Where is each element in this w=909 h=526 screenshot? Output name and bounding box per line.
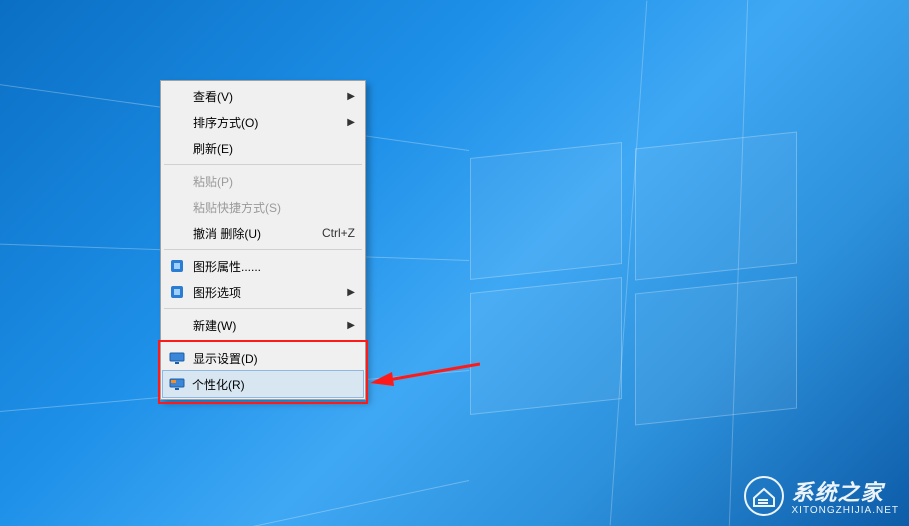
- menu-display-settings-label: 显示设置(D): [193, 350, 258, 367]
- menu-view[interactable]: 查看(V) ▶: [163, 83, 363, 109]
- menu-graphics-options[interactable]: 图形选项 ▶: [163, 279, 363, 305]
- watermark-title: 系统之家: [792, 475, 900, 507]
- menu-separator: [164, 308, 362, 309]
- monitor-icon: [169, 350, 185, 366]
- menu-paste: 粘贴(P): [163, 168, 363, 194]
- light-ray: [0, 480, 469, 526]
- menu-new-label: 新建(W): [193, 317, 236, 334]
- submenu-arrow-icon: ▶: [347, 320, 355, 331]
- house-logo-icon: [744, 476, 784, 516]
- menu-sort[interactable]: 排序方式(O) ▶: [163, 109, 363, 135]
- watermark: 系统之家 XITONGZHIJIA.NET: [744, 475, 900, 516]
- menu-personalize-label: 个性化(R): [192, 376, 245, 393]
- submenu-arrow-icon: ▶: [347, 91, 355, 102]
- menu-view-label: 查看(V): [193, 88, 233, 105]
- menu-paste-shortcut: 粘贴快捷方式(S): [163, 194, 363, 220]
- menu-sort-label: 排序方式(O): [193, 114, 258, 131]
- graphics-chip-icon: [169, 284, 185, 300]
- menu-personalize[interactable]: 个性化(R): [162, 370, 364, 398]
- menu-paste-label: 粘贴(P): [193, 173, 233, 190]
- menu-graphics-properties[interactable]: 图形属性......: [163, 253, 363, 279]
- menu-display-settings[interactable]: 显示设置(D): [163, 345, 363, 371]
- menu-graphics-properties-label: 图形属性......: [193, 258, 261, 275]
- menu-undo-delete-shortcut: Ctrl+Z: [322, 226, 355, 240]
- menu-refresh-label: 刷新(E): [193, 140, 233, 157]
- desktop[interactable]: 查看(V) ▶ 排序方式(O) ▶ 刷新(E) 粘贴(P) 粘贴快捷方式(S) …: [0, 0, 909, 526]
- menu-undo-delete[interactable]: 撤消 删除(U) Ctrl+Z: [163, 220, 363, 246]
- personalize-icon: [169, 376, 185, 392]
- graphics-chip-icon: [169, 258, 185, 274]
- menu-undo-delete-label: 撤消 删除(U): [193, 225, 261, 242]
- menu-graphics-options-label: 图形选项: [193, 284, 241, 301]
- submenu-arrow-icon: ▶: [347, 287, 355, 298]
- submenu-arrow-icon: ▶: [347, 117, 355, 128]
- watermark-url: XITONGZHIJIA.NET: [792, 505, 900, 516]
- menu-paste-shortcut-label: 粘贴快捷方式(S): [193, 199, 281, 216]
- menu-separator: [164, 341, 362, 342]
- menu-separator: [164, 249, 362, 250]
- context-menu: 查看(V) ▶ 排序方式(O) ▶ 刷新(E) 粘贴(P) 粘贴快捷方式(S) …: [160, 80, 366, 400]
- windows-logo: [470, 120, 810, 420]
- menu-new[interactable]: 新建(W) ▶: [163, 312, 363, 338]
- menu-separator: [164, 164, 362, 165]
- watermark-text: 系统之家 XITONGZHIJIA.NET: [792, 475, 900, 516]
- menu-refresh[interactable]: 刷新(E): [163, 135, 363, 161]
